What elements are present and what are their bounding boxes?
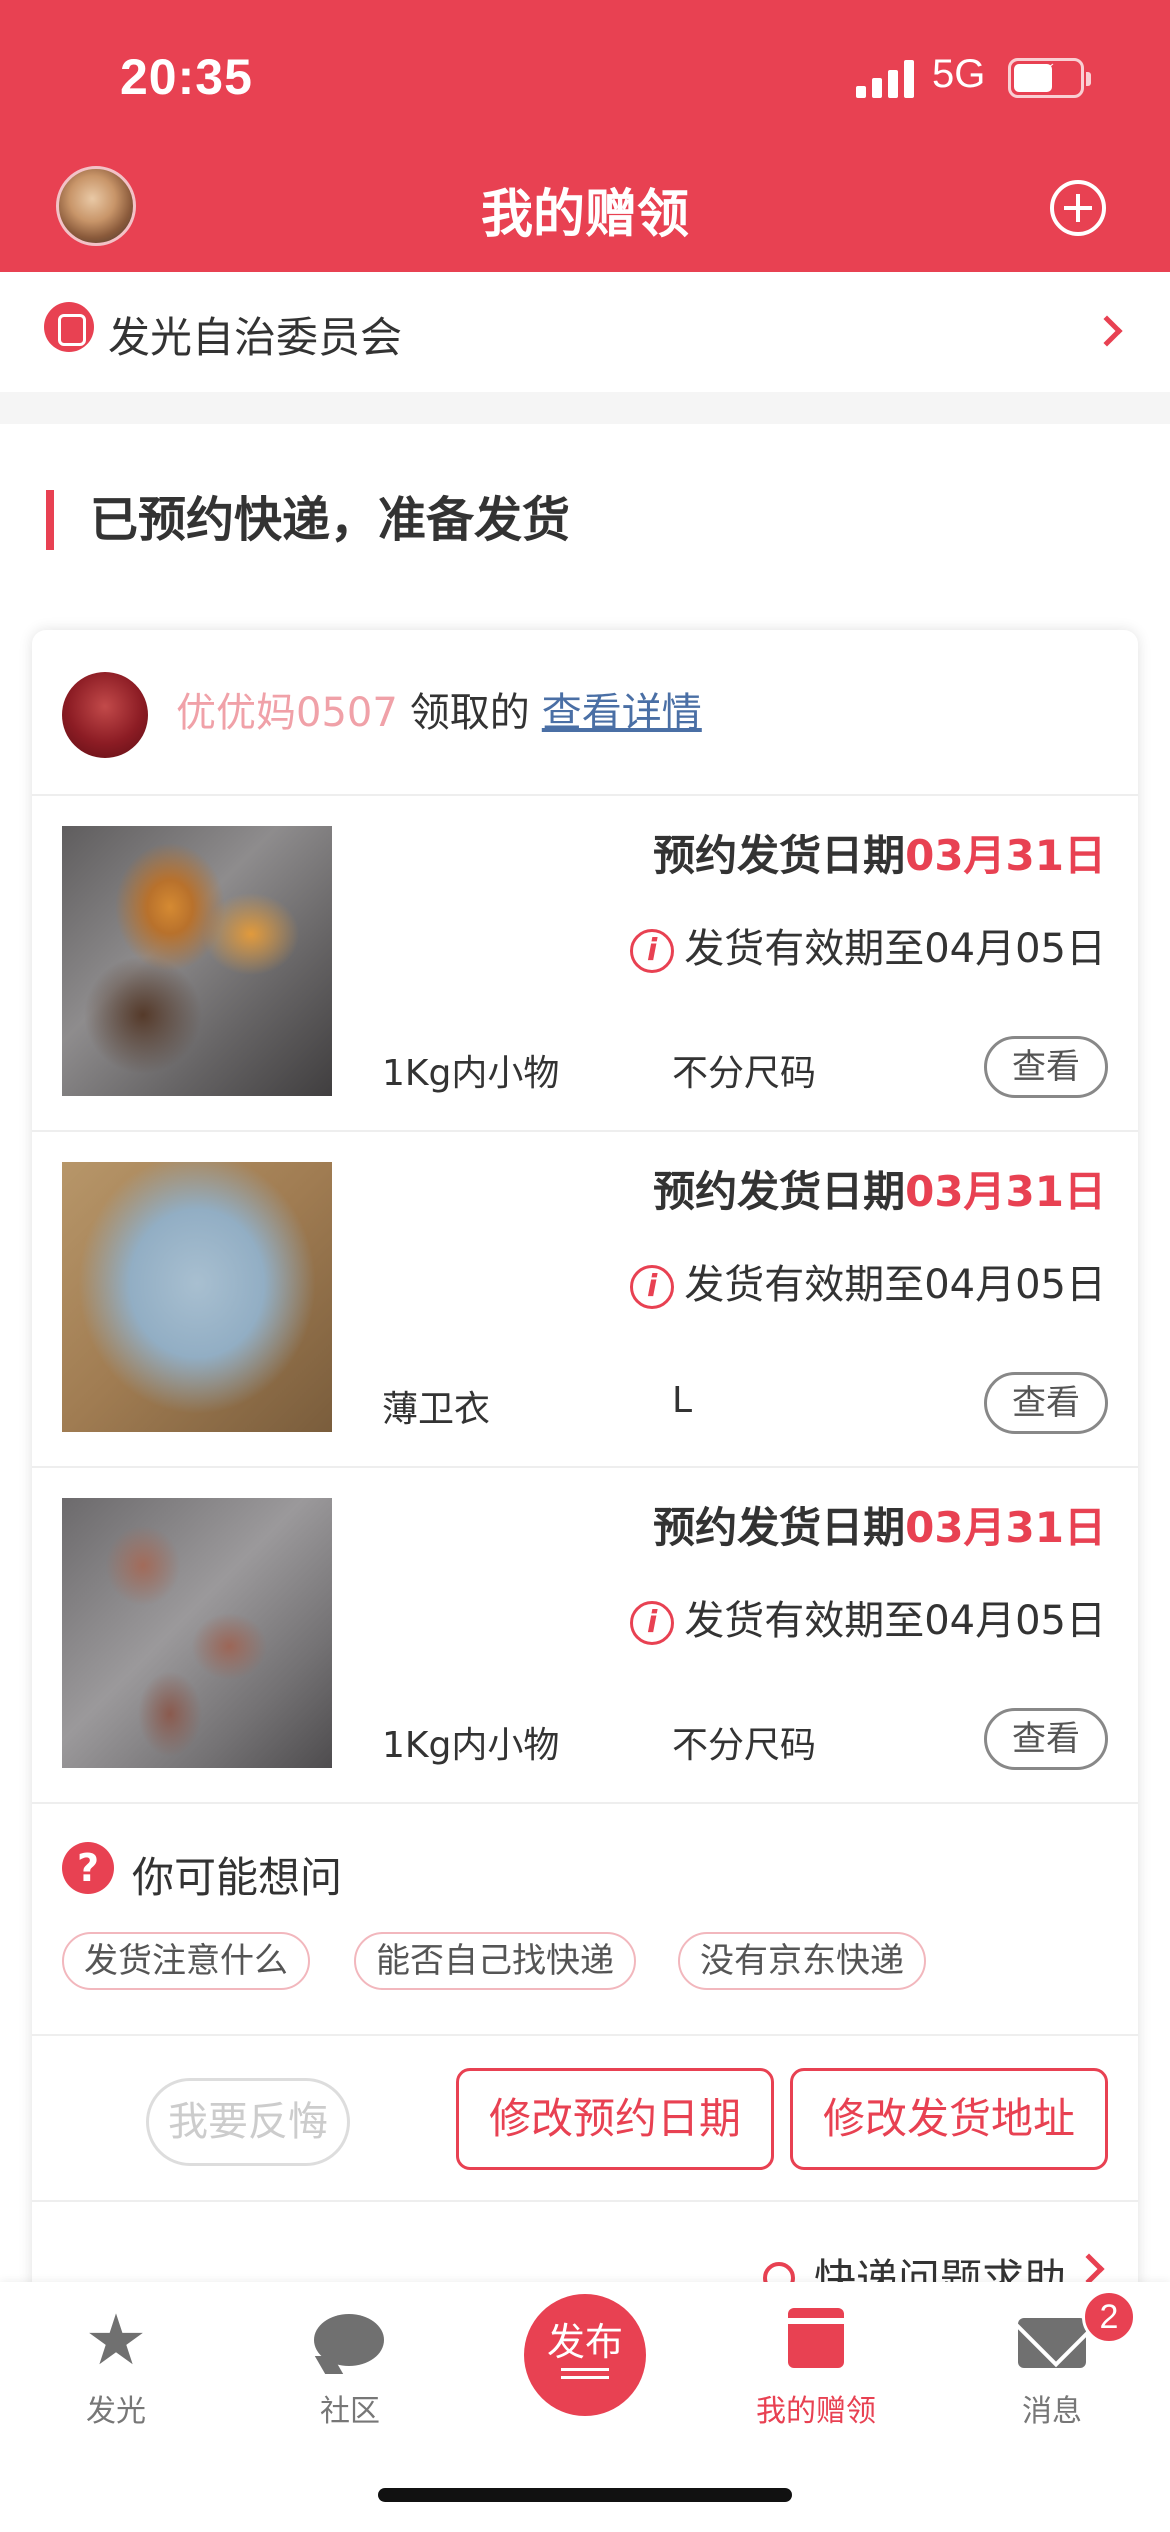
giver-avatar[interactable]	[62, 672, 148, 758]
item-photo[interactable]	[62, 1162, 332, 1432]
star-icon: ★	[84, 2299, 148, 2381]
giver-text: 领取的	[409, 690, 530, 736]
giver-line: 优优妈0507 领取的 查看详情	[176, 680, 702, 738]
item-category: 1Kg内小物	[382, 1725, 560, 1766]
signal-icon	[856, 60, 916, 98]
add-icon[interactable]	[1050, 180, 1106, 236]
ship-date-line: 预约发货日期03月31日	[653, 1494, 1106, 1555]
ship-date-label: 预约发货日期	[653, 1167, 906, 1216]
order-item: 预约发货日期03月31日 i 发货有效期至04月05日 薄卫衣 L 查看	[32, 1132, 1138, 1468]
tab-community[interactable]: 社区	[250, 2302, 450, 2430]
tab-label: 我的赠领	[756, 2394, 876, 2429]
publish-label: 发布	[546, 2320, 623, 2364]
ship-date-value: 03月31日	[905, 1167, 1106, 1216]
menu-lines-icon	[561, 2368, 609, 2379]
info-icon: i	[630, 1601, 675, 1645]
message-badge: 2	[1082, 2290, 1136, 2344]
validity-line: i 发货有效期至04月05日	[630, 1588, 1106, 1646]
item-photo[interactable]	[62, 1498, 332, 1768]
info-icon: i	[630, 1265, 675, 1309]
faq-tag[interactable]: 能否自己找快递	[354, 1932, 636, 1990]
tab-label: 消息	[1022, 2394, 1082, 2429]
mail-icon	[1018, 2318, 1086, 2368]
item-photo[interactable]	[62, 826, 332, 1096]
tab-label: 社区	[320, 2394, 380, 2429]
publish-button[interactable]: 发布	[524, 2294, 646, 2416]
info-icon: i	[630, 929, 675, 973]
action-bar: 我要反悔 修改预约日期 修改发货地址	[32, 2036, 1138, 2202]
ship-date-line: 预约发货日期03月31日	[653, 1158, 1106, 1219]
tab-label: 发光	[86, 2394, 146, 2429]
home-indicator[interactable]	[378, 2488, 792, 2502]
status-time: 20:35	[120, 49, 253, 105]
section-title: 已预约快递，准备发货	[46, 490, 570, 550]
validity-text: 发货有效期至04月05日	[684, 1598, 1106, 1644]
ship-date-value: 03月31日	[905, 831, 1106, 880]
view-button[interactable]: 查看	[984, 1708, 1108, 1770]
item-size: 不分尺码	[672, 1053, 817, 1094]
ship-date-line: 预约发货日期03月31日	[653, 822, 1106, 883]
ship-date-label: 预约发货日期	[653, 831, 906, 880]
faq-tag[interactable]: 发货注意什么	[62, 1932, 310, 1990]
giver-row: 优优妈0507 领取的 查看详情	[32, 630, 1138, 796]
group-name: 发光自治委员会	[108, 313, 403, 362]
chevron-right-icon	[1091, 315, 1123, 347]
view-button[interactable]: 查看	[984, 1036, 1108, 1098]
group-icon	[44, 302, 94, 352]
regret-button[interactable]: 我要反悔	[146, 2078, 350, 2166]
battery-icon: ⚡	[1008, 58, 1091, 99]
validity-text: 发货有效期至04月05日	[684, 926, 1106, 972]
item-category: 1Kg内小物	[382, 1053, 560, 1094]
question-icon: ?	[62, 1842, 114, 1894]
network-label: 5G	[932, 52, 986, 96]
order-item: 预约发货日期03月31日 i 发货有效期至04月05日 1Kg内小物 不分尺码 查…	[32, 796, 1138, 1132]
validity-line: i 发货有效期至04月05日	[630, 916, 1106, 974]
view-button[interactable]: 查看	[984, 1372, 1108, 1434]
faq-tag[interactable]: 没有京东快递	[678, 1932, 926, 1990]
item-category: 薄卫衣	[382, 1389, 491, 1430]
faq-section: ? 你可能想问 发货注意什么 能否自己找快递 没有京东快递	[32, 1804, 1138, 2036]
gift-box-icon	[784, 2308, 848, 2368]
tab-glow[interactable]: ★ 发光	[16, 2302, 216, 2430]
validity-text: 发货有效期至04月05日	[684, 1262, 1106, 1308]
orders-section: 已预约快递，准备发货 优优妈0507 领取的 查看详情 预约发货日期03月31日 i…	[0, 424, 1170, 2330]
order-item: 预约发货日期03月31日 i 发货有效期至04月05日 1Kg内小物 不分尺码 查…	[32, 1468, 1138, 1804]
item-size: L	[672, 1380, 693, 1421]
view-details-link[interactable]: 查看详情	[542, 690, 702, 736]
giver-name[interactable]: 优优妈0507	[176, 690, 398, 736]
validity-line: i 发货有效期至04月05日	[630, 1252, 1106, 1310]
change-address-button[interactable]: 修改发货地址	[790, 2068, 1108, 2170]
page-title: 我的赠领	[480, 185, 689, 245]
app-header: 20:35 5G ⚡ 我的赠领	[0, 0, 1170, 272]
item-size: 不分尺码	[672, 1725, 817, 1766]
faq-title: 你可能想问	[132, 1853, 343, 1902]
order-card: 优优妈0507 领取的 查看详情 预约发货日期03月31日 i 发货有效期至04月05…	[32, 630, 1138, 2330]
tab-my-gifts[interactable]: 我的赠领	[716, 2302, 916, 2430]
change-date-button[interactable]: 修改预约日期	[456, 2068, 774, 2170]
ship-date-label: 预约发货日期	[653, 1503, 906, 1552]
chat-bubble-icon	[314, 2314, 384, 2366]
group-selector[interactable]: 发光自治委员会	[0, 272, 1170, 392]
chevron-right-icon	[1073, 2253, 1105, 2285]
ship-date-value: 03月31日	[905, 1503, 1106, 1552]
